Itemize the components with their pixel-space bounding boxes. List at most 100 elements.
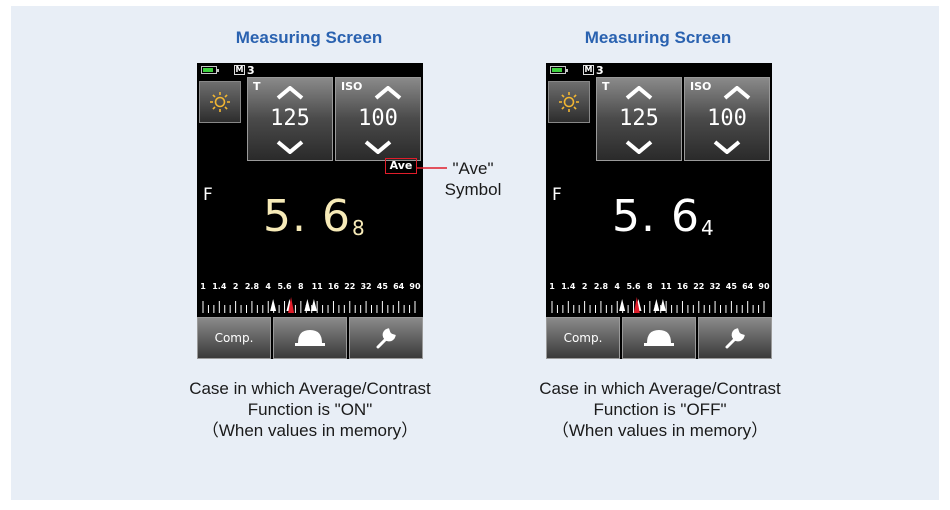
- right-screen-title: Measuring Screen: [584, 28, 732, 47]
- caption-line: （When values in memory）: [551, 421, 769, 440]
- wrench-icon: [725, 328, 745, 349]
- aperture-label: F: [203, 185, 213, 205]
- scale-label: 64: [393, 282, 405, 291]
- memory-count: 3: [247, 64, 255, 77]
- bottom-toolbar: Comp.: [546, 317, 772, 359]
- ave-symbol-badge: Ave: [385, 158, 417, 174]
- measure-button[interactable]: [622, 317, 696, 359]
- caption-line: （When values in memory）: [201, 421, 419, 440]
- callout-line2: Symbol: [444, 180, 502, 199]
- battery-icon: [550, 66, 568, 74]
- aperture-main: 5. 6: [263, 191, 351, 242]
- chevron-down-icon[interactable]: [713, 140, 741, 154]
- iso-selector[interactable]: ISO 100: [684, 77, 770, 161]
- caption-line: Function is "ON": [247, 400, 373, 419]
- fstop-scale: [551, 297, 765, 313]
- ave-callout: "Ave" Symbol: [443, 158, 503, 200]
- iso-selector[interactable]: ISO 100: [335, 77, 421, 161]
- scale-label: 1.4: [212, 282, 227, 291]
- aperture-value: 5. 64: [612, 191, 715, 242]
- measure-button[interactable]: [273, 317, 347, 359]
- aperture-main: 5. 6: [612, 191, 700, 242]
- caption-line: Case in which Average/Contrast: [539, 379, 781, 398]
- wrench-icon: [376, 328, 396, 349]
- sun-icon: [210, 92, 230, 112]
- left-caption: Case in which Average/Contrast Function …: [140, 378, 480, 441]
- measuring-mode-button[interactable]: [199, 81, 241, 123]
- scale-label: 22: [693, 282, 705, 291]
- chevron-down-icon[interactable]: [364, 140, 392, 154]
- comp-button[interactable]: Comp.: [546, 317, 620, 359]
- scale-label: 16: [676, 282, 689, 291]
- bottom-toolbar: Comp.: [197, 317, 423, 359]
- aperture-value: 5. 68: [263, 191, 366, 242]
- left-meter-screen: M 3 T 125 ISO 100 Ave F 5. 68 1 1.4 2 2.8 4 5…: [197, 63, 423, 359]
- scale-label: 22: [344, 282, 356, 291]
- iso-label: ISO: [690, 80, 712, 93]
- shutter-speed-selector[interactable]: T 125: [596, 77, 682, 161]
- sun-icon: [559, 92, 579, 112]
- dome-button-icon: [295, 330, 325, 346]
- status-bar: M 3: [197, 63, 423, 77]
- scale-label: 32: [709, 282, 721, 291]
- shutter-speed-selector[interactable]: T 125: [247, 77, 333, 161]
- callout-line1: "Ave": [452, 159, 494, 178]
- scale-label: 11: [660, 282, 672, 291]
- right-meter-screen: M 3 T 125 ISO 100 F 5. 64 1 1.4 2 2.8 4 5.6 8 1…: [546, 63, 772, 359]
- settings-button[interactable]: [698, 317, 772, 359]
- scale-label: 90: [758, 282, 770, 291]
- scale-label: 2.8: [244, 282, 260, 291]
- comp-button[interactable]: Comp.: [197, 317, 271, 359]
- scale-label: 4: [614, 282, 621, 291]
- memory-count: 3: [596, 64, 604, 77]
- memory-marker: [304, 299, 311, 311]
- measuring-mode-button[interactable]: [548, 81, 590, 123]
- shutter-label: T: [253, 80, 261, 93]
- right-caption: Case in which Average/Contrast Function …: [490, 378, 830, 441]
- chevron-up-icon[interactable]: [374, 86, 402, 100]
- aperture-tenths: 4: [700, 216, 715, 240]
- scale-label: 1.4: [561, 282, 576, 291]
- memory-marker: [270, 299, 277, 311]
- scale-label: 5.6: [626, 282, 641, 291]
- scale-label: 2.8: [593, 282, 609, 291]
- aperture-tenths: 8: [351, 216, 366, 240]
- scale-label: 4: [265, 282, 272, 291]
- iso-value: 100: [707, 106, 747, 131]
- aperture-label: F: [552, 185, 562, 205]
- scale-label: 5.6: [277, 282, 292, 291]
- scale-label: 11: [311, 282, 323, 291]
- battery-icon: [201, 66, 219, 74]
- scale-label: 1: [200, 282, 206, 291]
- iso-value: 100: [358, 106, 398, 131]
- memory-mode-icon: M: [234, 65, 245, 75]
- caption-line: Case in which Average/Contrast: [189, 379, 431, 398]
- shutter-value: 125: [619, 106, 659, 131]
- shutter-value: 125: [270, 106, 310, 131]
- memory-marker: [619, 299, 626, 311]
- memory-marker: [653, 299, 660, 311]
- chevron-up-icon[interactable]: [625, 86, 653, 100]
- fstop-scale: [202, 297, 416, 313]
- shutter-label: T: [602, 80, 610, 93]
- scale-label: 90: [409, 282, 421, 291]
- scale-label: 45: [376, 282, 388, 291]
- status-bar: M 3: [546, 63, 772, 77]
- chevron-down-icon[interactable]: [276, 140, 304, 154]
- dome-button-icon: [644, 330, 674, 346]
- iso-label: ISO: [341, 80, 363, 93]
- scale-label: 8: [298, 282, 304, 291]
- scale-label: 8: [647, 282, 653, 291]
- scale-label: 1: [549, 282, 555, 291]
- memory-mode-icon: M: [583, 65, 594, 75]
- chevron-up-icon[interactable]: [276, 86, 304, 100]
- chevron-up-icon[interactable]: [723, 86, 751, 100]
- scale-label: 32: [360, 282, 372, 291]
- left-screen-title: Measuring Screen: [235, 28, 383, 47]
- scale-label: 45: [725, 282, 737, 291]
- caption-line: Function is "OFF": [593, 400, 727, 419]
- settings-button[interactable]: [349, 317, 423, 359]
- chevron-down-icon[interactable]: [625, 140, 653, 154]
- scale-label: 2: [581, 282, 588, 291]
- scale-label: 2: [232, 282, 239, 291]
